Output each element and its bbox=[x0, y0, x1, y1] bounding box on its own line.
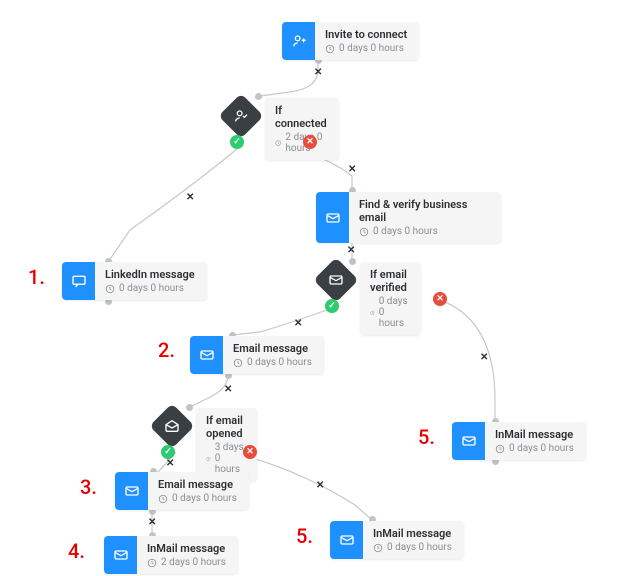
annotation-1: 1. bbox=[28, 265, 45, 289]
cross-badge-icon: ✕ bbox=[303, 135, 317, 149]
node-email-message-2[interactable]: Email message 0 days 0 hours bbox=[115, 472, 249, 510]
node-email-message-1[interactable]: Email message 0 days 0 hours bbox=[190, 336, 324, 374]
path-x-icon: ✕ bbox=[294, 318, 302, 329]
clock-icon bbox=[275, 138, 281, 148]
node-linkedin-message[interactable]: LinkedIn message 0 days 0 hours bbox=[62, 262, 207, 300]
envelope-icon bbox=[330, 521, 363, 559]
envelope-icon bbox=[452, 422, 485, 460]
node-inmail-message-2[interactable]: InMail message 0 days 0 hours bbox=[330, 521, 464, 559]
annotation-3: 3. bbox=[80, 475, 97, 499]
path-x-icon: ✕ bbox=[347, 245, 355, 256]
clock-icon bbox=[359, 227, 369, 237]
port-dot bbox=[349, 258, 356, 265]
clock-icon bbox=[233, 358, 243, 368]
clock-icon bbox=[158, 494, 168, 504]
node-title: LinkedIn message bbox=[105, 268, 195, 281]
node-inmail-message-3[interactable]: InMail message 0 days 0 hours bbox=[452, 422, 586, 460]
node-delay: 0 days 0 hours bbox=[373, 542, 452, 553]
node-title: If connected bbox=[275, 104, 327, 130]
node-invite-to-connect[interactable]: Invite to connect 0 days 0 hours bbox=[282, 22, 419, 60]
clock-icon bbox=[370, 308, 375, 318]
node-delay: 3 days 0 hours bbox=[206, 442, 245, 475]
node-title: Find & verify business email bbox=[359, 198, 489, 224]
path-x-icon: ✕ bbox=[348, 164, 356, 175]
node-delay: 0 days 0 hours bbox=[359, 226, 489, 237]
node-delay: 0 days 0 hours bbox=[495, 443, 574, 454]
node-delay: 0 days 0 hours bbox=[325, 43, 407, 54]
path-x-icon: ✕ bbox=[224, 384, 232, 395]
envelope-icon bbox=[190, 336, 223, 374]
envelope-icon bbox=[316, 192, 349, 243]
clock-icon bbox=[373, 543, 383, 553]
annotation-2: 2. bbox=[158, 338, 175, 362]
node-delay: 2 days 0 hours bbox=[275, 132, 327, 154]
clock-icon bbox=[147, 558, 157, 568]
clock-icon bbox=[325, 44, 335, 54]
node-inmail-message-1[interactable]: InMail message 2 days 0 hours bbox=[104, 536, 238, 574]
cross-badge-icon: ✕ bbox=[243, 445, 257, 459]
path-x-icon: ✕ bbox=[148, 517, 156, 528]
path-x-icon: ✕ bbox=[314, 67, 322, 78]
node-delay: 0 days 0 hours bbox=[370, 296, 409, 329]
condition-diamond-icon bbox=[218, 93, 263, 138]
node-title: If email opened bbox=[206, 414, 245, 440]
clock-icon bbox=[495, 444, 505, 454]
clock-icon bbox=[206, 454, 211, 464]
path-x-icon: ✕ bbox=[316, 480, 324, 491]
port-dot bbox=[186, 404, 193, 411]
path-x-icon: ✕ bbox=[186, 192, 194, 203]
node-delay: 2 days 0 hours bbox=[147, 557, 226, 568]
clock-icon bbox=[105, 284, 115, 294]
node-title: InMail message bbox=[147, 542, 226, 555]
node-delay: 0 days 0 hours bbox=[233, 357, 312, 368]
path-x-icon: ✕ bbox=[166, 458, 174, 469]
cross-badge-icon: ✕ bbox=[433, 292, 447, 306]
check-badge-icon: ✓ bbox=[325, 299, 339, 313]
node-title: InMail message bbox=[373, 527, 452, 540]
node-title: If email verified bbox=[370, 268, 409, 294]
annotation-4: 4. bbox=[68, 539, 85, 563]
node-delay: 0 days 0 hours bbox=[158, 493, 237, 504]
annotation-5b: 5. bbox=[418, 425, 435, 449]
path-x-icon: ✕ bbox=[480, 352, 488, 363]
check-badge-icon: ✓ bbox=[161, 445, 175, 459]
node-delay: 0 days 0 hours bbox=[105, 283, 195, 294]
annotation-5a: 5. bbox=[296, 524, 313, 548]
node-title: InMail message bbox=[495, 428, 574, 441]
message-icon bbox=[62, 262, 95, 300]
port-dot bbox=[255, 93, 262, 100]
person-plus-icon bbox=[282, 22, 315, 60]
node-find-verify-email[interactable]: Find & verify business email 0 days 0 ho… bbox=[316, 192, 501, 243]
node-title: Invite to connect bbox=[325, 28, 407, 41]
envelope-icon bbox=[104, 536, 137, 574]
envelope-icon bbox=[115, 472, 148, 510]
node-title: Email message bbox=[233, 342, 312, 355]
check-badge-icon: ✓ bbox=[230, 135, 244, 149]
node-title: Email message bbox=[158, 478, 237, 491]
flowchart-canvas: ✕ ✕ ✕ ✕ ✕ ✕ ✕ ✕ ✕ ✕ Invite to connect 0 … bbox=[0, 0, 643, 576]
